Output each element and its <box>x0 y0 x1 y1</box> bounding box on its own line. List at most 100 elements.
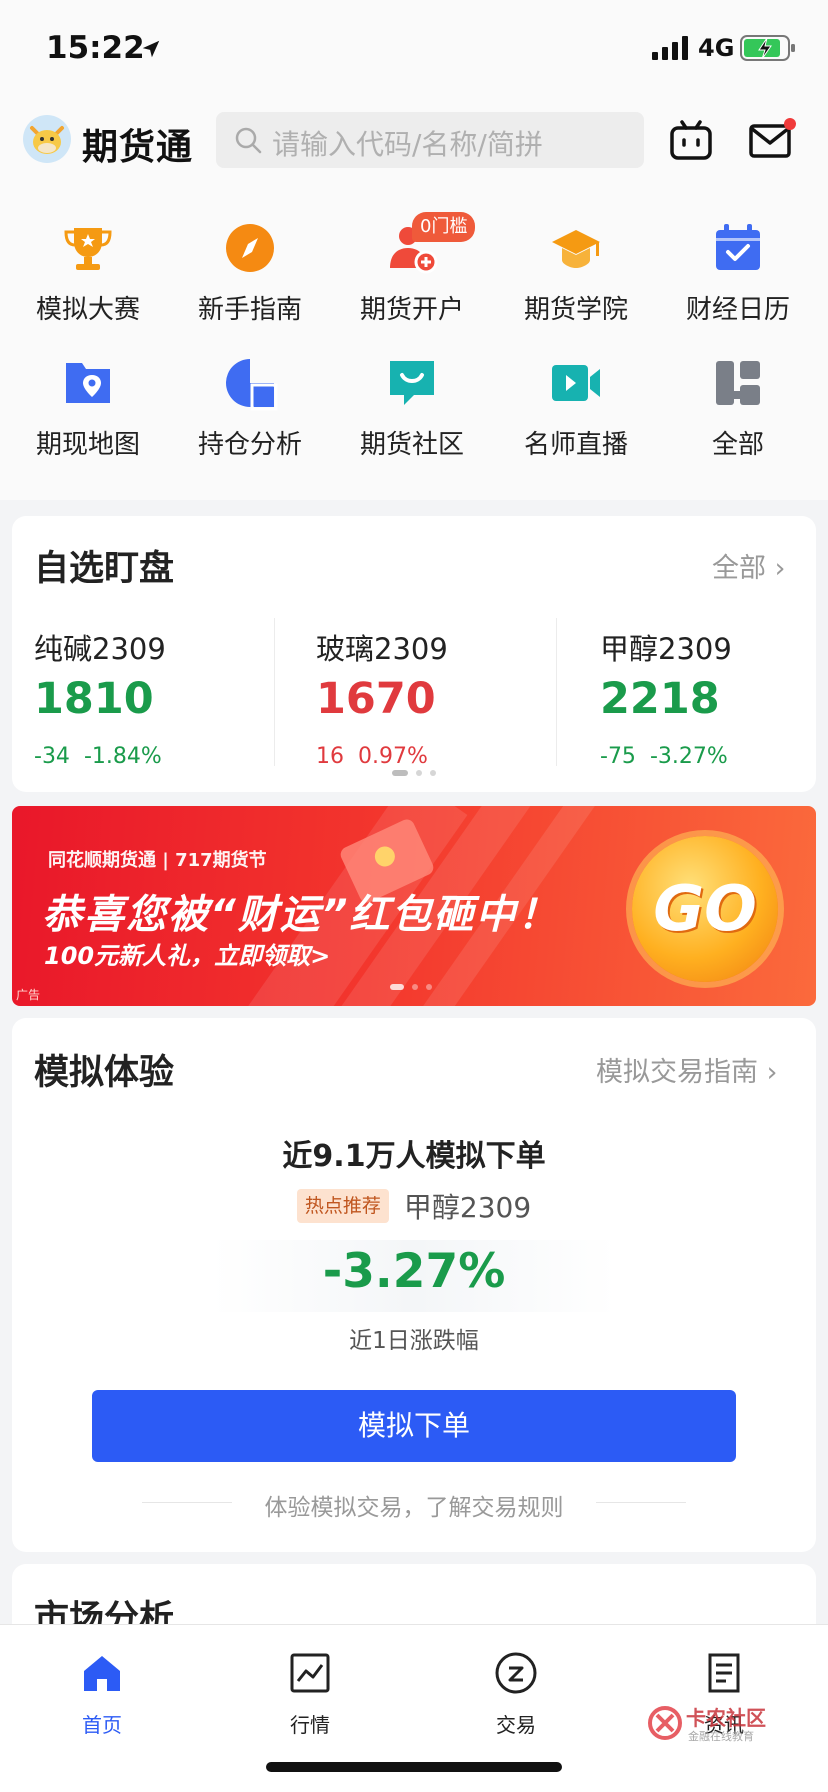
hot-tag: 热点推荐 <box>296 1189 389 1223</box>
watchlist-all-link[interactable]: 全部 › <box>712 546 785 585</box>
account-badge: 0门槛 <box>412 212 476 242</box>
shortcut-label: 新手指南 <box>197 295 302 325</box>
trophy-icon <box>60 220 116 276</box>
chart-icon <box>290 1653 330 1693</box>
status-time: 15:22 <box>46 30 145 66</box>
network-type: 4G <box>698 34 735 62</box>
video-camera-icon <box>548 355 604 411</box>
tab-label: 行情 <box>290 1713 330 1737</box>
watchlist-title: 自选盯盘 <box>34 549 175 589</box>
app-logo-icon[interactable] <box>22 114 72 164</box>
promo-banner[interactable]: 同花顺期货通 | 717期货节 恭喜您被“财运”红包砸中！ 100元新人礼，立即… <box>12 806 816 1006</box>
tab-label: 首页 <box>82 1713 122 1737</box>
banner-page-indicator <box>390 984 450 990</box>
watch-item-price: 1670 <box>316 674 436 724</box>
graduation-cap-icon <box>548 220 604 276</box>
watermark-subtitle: 金融在线教育 <box>688 1730 754 1743</box>
shortcut-item[interactable]: 名师直播 <box>494 340 658 460</box>
watch-item[interactable]: 纯碱2309 1810 -34 -1.84% <box>34 626 284 776</box>
shortcut-label: 模拟大赛 <box>35 295 140 325</box>
go-button[interactable]: GO <box>632 836 778 982</box>
chevron-right-icon: › <box>774 553 786 584</box>
banner-brand: 同花顺期货通 | 717期货节 <box>48 850 267 871</box>
watermark-logo-icon <box>648 1706 682 1740</box>
simulation-pct-label: 近1日涨跌幅 <box>349 1328 479 1354</box>
mail-icon[interactable] <box>748 116 796 162</box>
shortcut-label: 期货社区 <box>359 430 464 460</box>
shortcut-label: 期货开户 <box>359 295 464 325</box>
watch-item-change: -34 -1.84% <box>34 744 162 769</box>
simulation-card: 模拟体验 模拟交易指南 › 近9.1万人模拟下单 热点推荐 甲醇2309 -3.… <box>12 1018 816 1552</box>
simulation-headline: 近9.1万人模拟下单 <box>282 1139 546 1174</box>
news-icon <box>708 1653 740 1693</box>
simulation-guide-link[interactable]: 模拟交易指南 › <box>596 1050 777 1089</box>
simulation-title: 模拟体验 <box>34 1053 175 1093</box>
home-icon <box>84 1656 120 1691</box>
home-indicator[interactable] <box>266 1762 562 1772</box>
go-label: GO <box>653 872 757 945</box>
search-icon <box>235 127 262 154</box>
watch-item-change: 16 0.97% <box>316 744 428 769</box>
tab-label: 交易 <box>496 1713 536 1737</box>
signal-icon <box>652 36 688 60</box>
watch-item-name: 甲醇2309 <box>600 632 732 666</box>
chevron-right-icon: › <box>766 1057 778 1088</box>
shortcut-label: 期现地图 <box>35 430 140 460</box>
shortcut-item[interactable]: 持仓分析 <box>168 340 332 460</box>
shortcut-item[interactable]: 新手指南 <box>168 205 332 325</box>
location-arrow-icon <box>142 40 160 58</box>
simulation-note: 体验模拟交易，了解交易规则 <box>264 1495 564 1521</box>
compass-icon <box>222 220 278 276</box>
calendar-icon <box>710 220 766 276</box>
shortcut-label: 期货学院 <box>523 295 628 325</box>
status-bar: 15:22 4G <box>0 0 828 100</box>
watchlist-all-label: 全部 <box>712 553 766 584</box>
robot-assistant-icon[interactable] <box>668 118 714 164</box>
trade-icon <box>495 1652 537 1694</box>
search-input[interactable]: 请输入代码/名称/简拼 <box>216 112 644 168</box>
shortcut-item[interactable]: 期货学院 <box>494 205 658 325</box>
simulate-order-button[interactable]: 模拟下单 <box>92 1390 736 1462</box>
ad-label: 广告 <box>16 988 41 1002</box>
watch-item-name: 纯碱2309 <box>34 632 166 666</box>
shortcut-label: 持仓分析 <box>197 430 302 460</box>
chat-bubble-icon <box>384 355 440 411</box>
page-indicator <box>392 770 452 778</box>
shortcut-label: 全部 <box>711 430 764 460</box>
watchlist-card: 自选盯盘 全部 › 纯碱2309 1810 -34 -1.84% 玻璃2309 … <box>12 516 816 792</box>
pie-chart-icon <box>222 355 278 411</box>
watch-item-price: 1810 <box>34 674 154 724</box>
grid-all-icon <box>710 355 766 411</box>
shortcut-label: 名师直播 <box>523 430 628 460</box>
divider <box>596 1502 686 1503</box>
simulation-guide-label: 模拟交易指南 <box>596 1057 758 1088</box>
shortcut-label: 财经日历 <box>685 295 790 325</box>
watch-item-name: 玻璃2309 <box>316 632 448 666</box>
divider <box>556 618 557 766</box>
watch-item[interactable]: 甲醇2309 2218 -75 -3.27% <box>600 626 828 776</box>
battery-charging-icon <box>740 35 795 61</box>
map-pin-icon <box>60 355 116 411</box>
banner-subtitle: 100元新人礼，立即领取> <box>44 942 331 970</box>
tab-market[interactable]: 行情 <box>250 1639 370 1749</box>
hot-row: 热点推荐 甲醇2309 <box>12 1186 816 1226</box>
watch-item-price: 2218 <box>600 674 720 724</box>
search-placeholder: 请输入代码/名称/简拼 <box>272 128 543 161</box>
tab-home[interactable]: 首页 <box>42 1639 162 1749</box>
simulation-pct: -3.27% <box>322 1244 506 1299</box>
banner-title: 恭喜您被“财运”红包砸中！ <box>42 892 560 938</box>
watch-item[interactable]: 玻璃2309 1670 16 0.97% <box>316 626 566 776</box>
shortcut-item[interactable]: 期现地图 <box>6 340 170 460</box>
tab-trade[interactable]: 交易 <box>456 1639 576 1749</box>
watch-item-change: -75 -3.27% <box>600 744 728 769</box>
hot-contract: 甲醇2309 <box>403 1191 532 1224</box>
app-name: 期货通 <box>82 127 194 168</box>
shortcut-item[interactable]: 模拟大赛 <box>6 205 170 325</box>
divider <box>274 618 275 766</box>
app-header: 期货通 请输入代码/名称/简拼 <box>0 100 828 180</box>
watermark-title: 卡农社区 <box>686 1706 766 1730</box>
watermark: 卡农社区 金融在线教育 <box>648 1704 818 1744</box>
shortcut-item[interactable]: 财经日历 <box>656 205 820 325</box>
shortcut-item[interactable]: 全部 <box>656 340 820 460</box>
shortcut-item[interactable]: 期货社区 <box>330 340 494 460</box>
